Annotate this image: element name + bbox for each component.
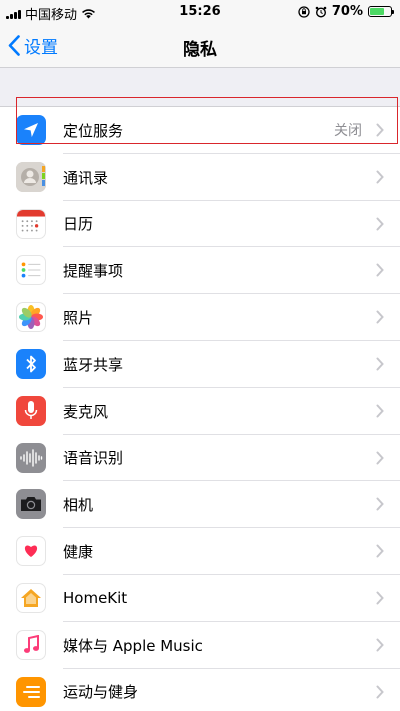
bluetooth-icon: [16, 348, 46, 379]
row-homekit[interactable]: HomeKit: [0, 575, 400, 622]
row-label: 照片: [63, 309, 94, 328]
row-photos[interactable]: 照片: [0, 294, 400, 341]
orientation-lock-icon: [298, 5, 310, 18]
chevron-right-icon: [376, 263, 384, 277]
photos-icon: [16, 302, 46, 333]
row-camera[interactable]: 相机: [0, 481, 400, 529]
row-contacts[interactable]: 通讯录: [0, 154, 400, 201]
status-right: 70%: [298, 4, 394, 19]
speech-recognition-icon: [16, 442, 46, 473]
row-label: 麦克风: [63, 402, 109, 421]
privacy-settings-list: 定位服务 关闭 通讯录 日历 提醒事项 照片 蓝牙共享 麦克风 语音识别 相机 …: [0, 106, 400, 711]
chevron-right-icon: [376, 310, 384, 324]
row-microphone[interactable]: 麦克风: [0, 388, 400, 435]
chevron-right-icon: [376, 591, 384, 605]
row-label: 通讯录: [63, 168, 109, 187]
homekit-house-icon: [16, 582, 46, 613]
battery-percent: 70%: [331, 4, 363, 19]
alarm-icon: [315, 6, 327, 18]
motion-fitness-icon: [16, 676, 46, 707]
chevron-right-icon: [376, 404, 384, 418]
row-health[interactable]: 健康: [0, 528, 400, 575]
chevron-right-icon: [376, 170, 384, 184]
chevron-right-icon: [376, 217, 384, 231]
status-bar: 中国移动 15:26 70%: [0, 0, 400, 24]
row-motion-fitness[interactable]: 运动与健身: [0, 669, 400, 711]
row-label: 运动与健身: [63, 683, 139, 702]
chevron-right-icon: [376, 497, 384, 511]
chevron-right-icon: [376, 685, 384, 699]
row-label: 健康: [63, 543, 94, 562]
battery-level: [370, 8, 384, 15]
chevron-right-icon: [376, 451, 384, 465]
navigation-bar: 设置 隐私: [0, 24, 400, 68]
row-media-apple-music[interactable]: 媒体与 Apple Music: [0, 622, 400, 669]
chevron-right-icon: [376, 638, 384, 652]
reminders-icon: [16, 255, 46, 286]
row-label: 语音识别: [63, 449, 124, 468]
row-reminders[interactable]: 提醒事项: [0, 247, 400, 295]
battery-icon: [368, 6, 394, 17]
camera-icon: [16, 489, 46, 520]
microphone-icon: [16, 395, 46, 426]
row-label: 媒体与 Apple Music: [63, 636, 203, 655]
row-label: HomeKit: [63, 589, 128, 608]
row-label: 相机: [63, 496, 94, 515]
health-heart-icon: [16, 536, 46, 567]
chevron-right-icon: [376, 544, 384, 558]
row-label: 蓝牙共享: [63, 355, 124, 374]
chevron-right-icon: [376, 357, 384, 371]
music-note-icon: [16, 629, 46, 660]
calendar-icon: [16, 208, 46, 239]
page-title: 隐私: [183, 40, 217, 60]
highlight-box: [16, 97, 398, 144]
row-speech-recognition[interactable]: 语音识别: [0, 435, 400, 482]
row-bluetooth-sharing[interactable]: 蓝牙共享: [0, 341, 400, 388]
row-label: 提醒事项: [63, 262, 124, 281]
row-calendar[interactable]: 日历: [0, 201, 400, 248]
row-label: 日历: [63, 215, 94, 234]
contacts-icon: [16, 161, 46, 192]
